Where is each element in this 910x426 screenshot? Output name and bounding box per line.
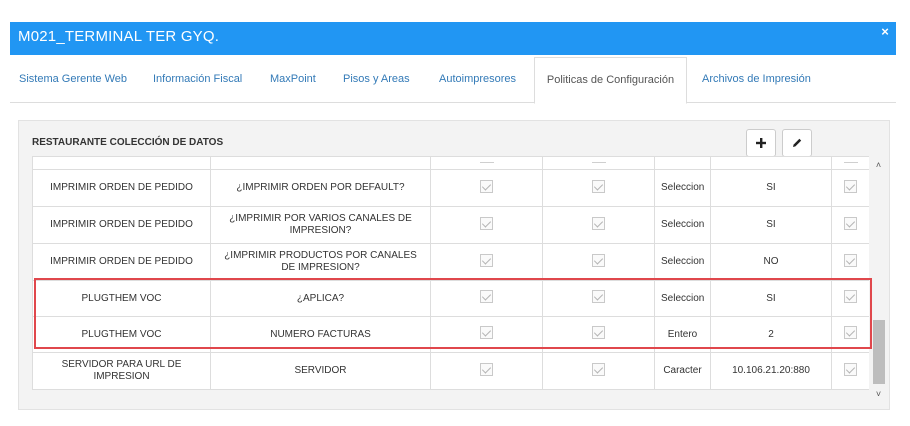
checkbox[interactable] xyxy=(480,179,493,193)
cell-check-1 xyxy=(430,316,543,353)
table-row[interactable]: IMPRIMIR ORDEN DE PEDIDO ¿IMPRIMIR PRODUC… xyxy=(32,243,869,281)
cell-valor: NO xyxy=(710,243,832,281)
cell-parametro: ¿IMPRIMIR PRODUCTOS POR CANALES DE IMPRE… xyxy=(210,243,431,281)
cell-parametro: NUMERO FACTURAS xyxy=(210,316,431,353)
cell-check-3 xyxy=(831,243,869,281)
cell-check-3 xyxy=(831,169,869,207)
close-icon[interactable]: × xyxy=(878,25,892,39)
checkbox[interactable] xyxy=(480,362,493,376)
checkbox[interactable] xyxy=(480,253,493,267)
tab-politicas-de-configuracion[interactable]: Politicas de Configuración xyxy=(534,57,687,104)
cell-check-3 xyxy=(831,352,869,390)
checkbox[interactable] xyxy=(480,326,493,339)
plus-icon xyxy=(756,138,766,148)
checkbox[interactable] xyxy=(844,362,857,376)
cell-check-3 xyxy=(831,280,869,317)
checkbox[interactable] xyxy=(844,326,857,339)
tab-pisos-y-areas[interactable]: Pisos y Areas xyxy=(343,57,410,103)
cell-valor: SI xyxy=(710,206,832,244)
cell-check-1 xyxy=(430,206,543,244)
add-button[interactable] xyxy=(746,129,776,157)
cell-check-2 xyxy=(542,169,655,207)
cell-tipo: Entero xyxy=(654,316,711,353)
checkbox[interactable] xyxy=(592,326,605,339)
tab-archivos-de-impresion[interactable]: Archivos de Impresión xyxy=(702,57,811,103)
cell-check-2 xyxy=(542,243,655,281)
modal-header: M021_TERMINAL TER GYQ. × xyxy=(10,22,896,55)
tab-bar: Sistema Gerente Web Información Fiscal M… xyxy=(10,57,896,104)
data-table: IMPRIMIR ORDEN DE PEDIDO ¿IMPRIMIR ORDEN … xyxy=(32,156,869,390)
cell-check-1 xyxy=(430,280,543,317)
cell-valor: SI xyxy=(710,280,832,317)
cell-check-1 xyxy=(430,352,543,390)
vertical-scrollbar[interactable]: ˄ ˅ xyxy=(871,156,886,406)
cell-parametro: SERVIDOR xyxy=(210,352,431,390)
cell-valor: 2 xyxy=(710,316,832,353)
cell-coleccion: SERVIDOR PARA URL DE IMPRESION xyxy=(32,352,211,390)
cell-check-2 xyxy=(542,316,655,353)
checkbox[interactable] xyxy=(844,179,857,193)
pencil-icon xyxy=(793,138,802,147)
panel-title: RESTAURANTE COLECCIÓN DE DATOS xyxy=(32,137,224,148)
table-header-stub xyxy=(32,156,869,170)
cell-parametro: ¿IMPRIMIR POR VARIOS CANALES DE IMPRESIO… xyxy=(210,206,431,244)
table-row[interactable]: IMPRIMIR ORDEN DE PEDIDO ¿IMPRIMIR POR VA… xyxy=(32,206,869,244)
checkbox[interactable] xyxy=(844,216,857,230)
cell-tipo: Seleccion xyxy=(654,280,711,317)
cell-tipo: Caracter xyxy=(654,352,711,390)
cell-coleccion: IMPRIMIR ORDEN DE PEDIDO xyxy=(32,243,211,281)
table-row[interactable]: IMPRIMIR ORDEN DE PEDIDO ¿IMPRIMIR ORDEN … xyxy=(32,169,869,207)
cell-check-3 xyxy=(831,206,869,244)
cell-check-2 xyxy=(542,352,655,390)
cell-parametro: ¿IMPRIMIR ORDEN POR DEFAULT? xyxy=(210,169,431,207)
tab-sistema-gerente-web[interactable]: Sistema Gerente Web xyxy=(19,57,127,103)
checkbox[interactable] xyxy=(844,290,857,303)
checkbox[interactable] xyxy=(480,216,493,230)
table-row[interactable]: PLUGTHEM VOC ¿APLICA? Seleccion SI xyxy=(32,280,869,317)
cell-tipo: Seleccion xyxy=(654,206,711,244)
cell-check-1 xyxy=(430,169,543,207)
checkbox[interactable] xyxy=(592,253,605,267)
cell-check-2 xyxy=(542,280,655,317)
chevron-down-icon[interactable]: ˅ xyxy=(871,387,886,401)
checkbox[interactable] xyxy=(592,290,605,303)
scroll-thumb[interactable] xyxy=(873,320,885,384)
cell-tipo: Seleccion xyxy=(654,169,711,207)
cell-coleccion: PLUGTHEM VOC xyxy=(32,280,211,317)
cell-check-3 xyxy=(831,316,869,353)
tab-maxpoint[interactable]: MaxPoint xyxy=(270,57,316,103)
cell-tipo: Seleccion xyxy=(654,243,711,281)
checkbox[interactable] xyxy=(592,179,605,193)
cell-coleccion: IMPRIMIR ORDEN DE PEDIDO xyxy=(32,206,211,244)
cell-check-1 xyxy=(430,243,543,281)
table-row[interactable]: PLUGTHEM VOC NUMERO FACTURAS Entero 2 xyxy=(32,316,869,353)
cell-coleccion: PLUGTHEM VOC xyxy=(32,316,211,353)
cell-check-2 xyxy=(542,206,655,244)
cell-coleccion: IMPRIMIR ORDEN DE PEDIDO xyxy=(32,169,211,207)
chevron-up-icon[interactable]: ˄ xyxy=(871,158,886,172)
checkbox[interactable] xyxy=(480,290,493,303)
cell-valor: SI xyxy=(710,169,832,207)
edit-button[interactable] xyxy=(782,129,812,157)
tab-informacion-fiscal[interactable]: Información Fiscal xyxy=(153,57,242,103)
checkbox[interactable] xyxy=(592,216,605,230)
checkbox[interactable] xyxy=(592,362,605,376)
table-row[interactable]: SERVIDOR PARA URL DE IMPRESION SERVIDOR Ca… xyxy=(32,352,869,390)
cell-parametro: ¿APLICA? xyxy=(210,280,431,317)
checkbox[interactable] xyxy=(844,253,857,267)
modal-title: M021_TERMINAL TER GYQ. xyxy=(18,28,220,45)
cell-valor: 10.106.21.20:880 xyxy=(710,352,832,390)
tab-autoimpresores[interactable]: Autoimpresores xyxy=(439,57,516,103)
